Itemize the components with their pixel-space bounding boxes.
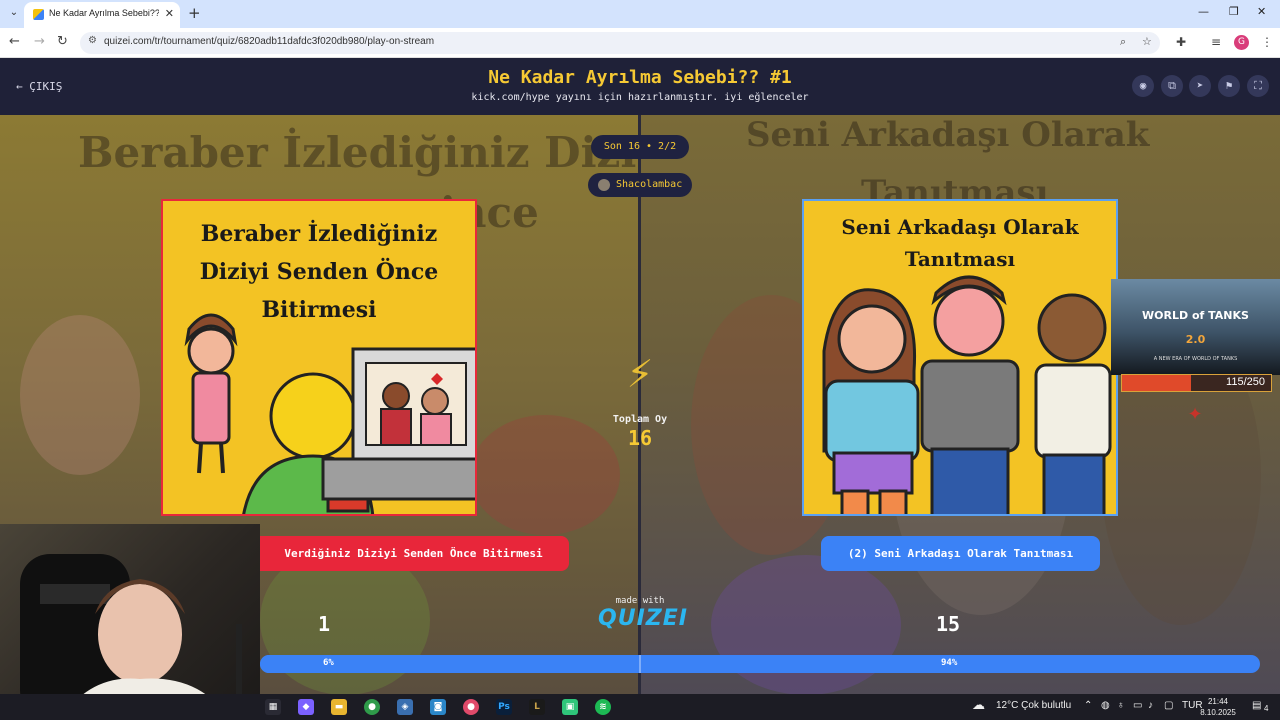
- progress-center-mark: [639, 655, 641, 673]
- ad-version: 2.0: [1185, 333, 1206, 346]
- new-tab-icon[interactable]: +: [188, 4, 201, 22]
- share-icon[interactable]: ⧉: [1161, 75, 1183, 97]
- extensions-icon[interactable]: ✚: [1176, 35, 1186, 49]
- bookmark-star-icon[interactable]: ☆: [1142, 35, 1152, 48]
- tab-search-icon[interactable]: ⌄: [6, 5, 22, 21]
- sub-goal-text: 115/250: [1226, 376, 1265, 388]
- left-vote-count: 1: [318, 612, 331, 636]
- right-option-button[interactable]: (2) Seni Arkadaşı Olarak Tanıtması: [821, 536, 1100, 571]
- left-percent: 6%: [323, 658, 334, 668]
- notification-icon[interactable]: ▤: [1252, 700, 1261, 711]
- background-figure: [20, 315, 140, 475]
- reload-icon[interactable]: ↻: [57, 34, 68, 49]
- chrome-icon[interactable]: ●: [364, 699, 380, 715]
- clock-date: 8.10.2025: [1200, 708, 1236, 717]
- browser-tab-bar: ⌄ Ne Kadar Ayrılma Sebebi?? #1 - ✕ + — ❐…: [0, 0, 1280, 28]
- close-tab-icon[interactable]: ✕: [165, 7, 174, 20]
- channel-logo-icon: ✦: [1187, 404, 1203, 425]
- quiz-subtitle: kick.com/hype yayını için hazırlanmıştır…: [471, 92, 809, 103]
- close-window-icon[interactable]: ✕: [1257, 5, 1266, 18]
- media-control-icon[interactable]: ≡: [1211, 35, 1221, 49]
- player-avatar: [598, 179, 610, 191]
- restore-icon[interactable]: ❐: [1229, 5, 1239, 18]
- app-icon[interactable]: ▣: [562, 699, 578, 715]
- chrome-profile-icon[interactable]: ●: [463, 699, 479, 715]
- clock-time: 21:44: [1207, 697, 1229, 706]
- round-indicator: Son 16 • 2/2: [591, 135, 689, 159]
- left-progress-fill: [260, 655, 320, 673]
- total-votes-label: Toplam Oy: [612, 414, 668, 425]
- photoshop-icon[interactable]: Ps: [496, 699, 512, 715]
- flag-icon[interactable]: ⚑: [1218, 75, 1240, 97]
- weather-icon[interactable]: ☁: [972, 697, 985, 713]
- webcam-feed: [20, 554, 242, 720]
- total-votes-value: 16: [627, 426, 653, 450]
- webcam-overlay: [0, 524, 260, 720]
- background-figure: [711, 555, 901, 694]
- clock[interactable]: 21:44 8.10.2025: [1198, 696, 1238, 718]
- right-vote-count: 15: [936, 612, 961, 636]
- left-choice-card[interactable]: Beraber İzlediğiniz Diziyi Senden Önce B…: [161, 199, 477, 516]
- left-option-button[interactable]: Verdiğiniz Diziyi Senden Önce Bitirmesi: [258, 536, 569, 571]
- weather-text[interactable]: 12°C Çok bulutlu: [996, 700, 1071, 711]
- address-bar[interactable]: ⚙ quizei.com/tr/tournament/quiz/6820adb1…: [80, 32, 1160, 54]
- player-name: Shacolambac: [616, 179, 683, 190]
- versus-icon: ⚡: [626, 352, 654, 396]
- ad-tagline: A NEW ERA OF WORLD OF TANKS: [1153, 356, 1238, 362]
- background-left-title: Beraber İzlediğiniz Dizi: [78, 128, 637, 177]
- sub-goal-fill: [1122, 375, 1191, 391]
- profile-avatar[interactable]: G: [1234, 35, 1249, 50]
- task-view-icon[interactable]: ▦: [265, 699, 281, 715]
- more-menu-icon[interactable]: ⋮: [1261, 35, 1273, 49]
- tray-app-icon[interactable]: ◍: [1101, 700, 1110, 711]
- os-taskbar: ▦ ◆ ▬ ● ◈ ◙ ● Ps L ▣ ≋ ☁ 12°C Çok bulutl…: [0, 694, 1280, 720]
- site-info-icon[interactable]: ⚙: [88, 35, 97, 46]
- back-icon[interactable]: ←: [9, 34, 20, 49]
- left-card-illustration: [184, 313, 475, 514]
- url-text: quizei.com/tr/tournament/quiz/6820adb11d…: [104, 36, 435, 47]
- zoom-icon[interactable]: ⌕: [1120, 35, 1126, 49]
- made-with-label: made with: [615, 596, 665, 606]
- vote-progress-bar: 6% 94%: [260, 655, 1260, 673]
- microphone-icon[interactable]: ♁: [1117, 700, 1125, 711]
- file-explorer-icon[interactable]: ▬: [331, 699, 347, 715]
- background-figure: [470, 415, 620, 535]
- app-icon[interactable]: ◈: [397, 699, 413, 715]
- forward-icon[interactable]: →: [34, 34, 45, 49]
- player-badge: Shacolambac: [588, 173, 692, 197]
- tray-overflow-icon[interactable]: ⌃: [1084, 700, 1092, 711]
- volume-icon[interactable]: ♪: [1148, 700, 1153, 711]
- network-icon[interactable]: ▭: [1133, 700, 1142, 711]
- minimize-icon[interactable]: —: [1198, 5, 1209, 18]
- copilot-icon[interactable]: ◆: [298, 699, 314, 715]
- right-choice-card[interactable]: Seni Arkadaşı Olarak Tanıtması: [802, 199, 1118, 516]
- browser-tab[interactable]: Ne Kadar Ayrılma Sebebi?? #1 - ✕: [24, 2, 180, 28]
- send-icon[interactable]: ➤: [1189, 75, 1211, 97]
- notification-count: 4: [1264, 704, 1269, 713]
- quiz-header: ← ÇIKIŞ Ne Kadar Ayrılma Sebebi?? #1 kic…: [0, 58, 1280, 115]
- right-card-illustration: [822, 275, 1112, 514]
- app-icon[interactable]: ◙: [430, 699, 446, 715]
- browser-toolbar: ← → ↻ ⚙ quizei.com/tr/tournament/quiz/68…: [0, 28, 1280, 58]
- ad-logo-text: WORLD of TANKS: [1142, 309, 1249, 322]
- quiz-title: Ne Kadar Ayrılma Sebebi?? #1: [488, 67, 792, 88]
- sponsor-ad-banner[interactable]: WORLD of TANKS 2.0 A NEW ERA OF WORLD OF…: [1111, 279, 1280, 375]
- favicon-icon: [33, 9, 44, 20]
- sub-goal-bar: 115/250: [1121, 374, 1272, 392]
- tab-title: Ne Kadar Ayrılma Sebebi?? #1 -: [49, 8, 159, 18]
- spotify-icon[interactable]: ≋: [595, 699, 611, 715]
- fullscreen-icon[interactable]: ⛶: [1247, 75, 1269, 97]
- quizei-logo[interactable]: QUIZEI: [598, 606, 687, 631]
- display-icon[interactable]: ▢: [1164, 700, 1173, 711]
- league-icon[interactable]: L: [529, 699, 545, 715]
- right-percent: 94%: [941, 658, 958, 668]
- eye-icon[interactable]: ◉: [1132, 75, 1154, 97]
